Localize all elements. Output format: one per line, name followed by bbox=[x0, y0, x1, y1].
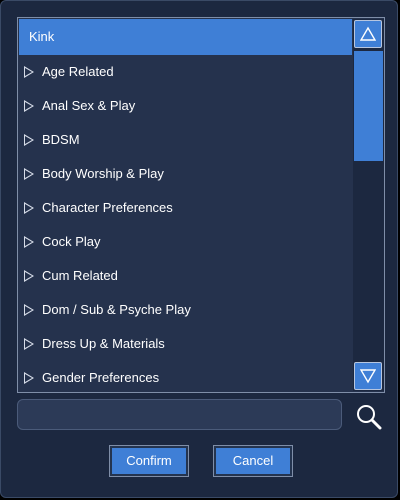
list-item-label: Dress Up & Materials bbox=[42, 336, 165, 351]
list-item[interactable]: Age Related bbox=[19, 55, 352, 89]
expand-triangle-icon[interactable] bbox=[24, 202, 34, 214]
list-header-label: Kink bbox=[29, 29, 55, 44]
scroll-down-button[interactable] bbox=[354, 362, 382, 390]
list-item-label: Age Related bbox=[42, 64, 114, 79]
list-item-label: Character Preferences bbox=[42, 200, 173, 215]
list-item[interactable]: BDSM bbox=[19, 123, 352, 157]
category-picker-dialog: Kink Age Related Anal Sex & Play BDSM Bo… bbox=[0, 0, 398, 498]
expand-triangle-icon[interactable] bbox=[24, 134, 34, 146]
magnifier-icon[interactable] bbox=[355, 403, 383, 431]
list-item-label: BDSM bbox=[42, 132, 80, 147]
expand-triangle-icon[interactable] bbox=[24, 236, 34, 248]
confirm-button[interactable]: Confirm bbox=[110, 446, 188, 476]
list-scrollbar[interactable] bbox=[353, 19, 384, 391]
list-item-label: Gender Preferences bbox=[42, 370, 160, 385]
expand-triangle-icon[interactable] bbox=[24, 66, 34, 78]
list-item[interactable]: Gender Preferences bbox=[19, 361, 352, 391]
list-item[interactable]: Dress Up & Materials bbox=[19, 327, 352, 361]
triangle-down-icon bbox=[360, 369, 376, 384]
list-item[interactable]: Anal Sex & Play bbox=[19, 89, 352, 123]
list-item[interactable]: Character Preferences bbox=[19, 191, 352, 225]
expand-triangle-icon[interactable] bbox=[24, 372, 34, 384]
list-item-label: Body Worship & Play bbox=[42, 166, 164, 181]
list-item[interactable]: Dom / Sub & Psyche Play bbox=[19, 293, 352, 327]
cancel-button[interactable]: Cancel bbox=[214, 446, 292, 476]
search-input[interactable] bbox=[17, 399, 342, 430]
expand-triangle-icon[interactable] bbox=[24, 304, 34, 316]
list-item[interactable]: Body Worship & Play bbox=[19, 157, 352, 191]
expand-triangle-icon[interactable] bbox=[24, 338, 34, 350]
scroll-thumb[interactable] bbox=[354, 51, 383, 161]
category-list[interactable]: Kink Age Related Anal Sex & Play BDSM Bo… bbox=[19, 19, 352, 391]
expand-triangle-icon[interactable] bbox=[24, 100, 34, 112]
expand-triangle-icon[interactable] bbox=[24, 270, 34, 282]
list-item-label: Dom / Sub & Psyche Play bbox=[42, 302, 191, 317]
category-list-frame: Kink Age Related Anal Sex & Play BDSM Bo… bbox=[17, 17, 385, 393]
list-item-label: Cum Related bbox=[42, 268, 118, 283]
triangle-up-icon bbox=[360, 26, 376, 41]
list-item[interactable]: Cum Related bbox=[19, 259, 352, 293]
list-header-kink[interactable]: Kink bbox=[19, 19, 352, 55]
list-item-label: Anal Sex & Play bbox=[42, 98, 136, 113]
list-item[interactable]: Cock Play bbox=[19, 225, 352, 259]
list-item-label: Cock Play bbox=[42, 234, 101, 249]
scroll-up-button[interactable] bbox=[354, 20, 382, 48]
expand-triangle-icon[interactable] bbox=[24, 168, 34, 180]
